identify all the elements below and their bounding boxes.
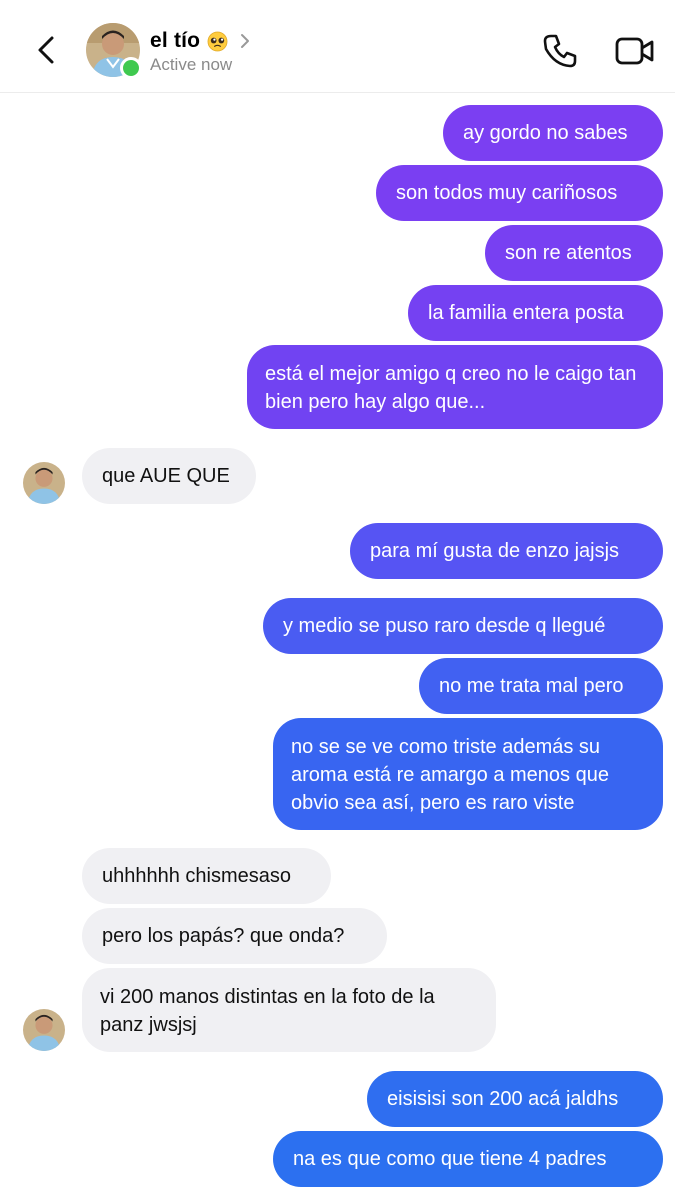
contact-avatar-small[interactable] bbox=[23, 462, 65, 504]
message-text: eisisisi son 200 acá jaldhs bbox=[387, 1088, 619, 1110]
message-bubble-out[interactable]: y medio se puso raro desde q llegué bbox=[263, 598, 663, 654]
contact-title[interactable]: el tío bbox=[150, 27, 252, 55]
video-call-icon[interactable] bbox=[614, 33, 656, 69]
message-bubble-out[interactable]: ay gordo no sabes bbox=[443, 105, 663, 161]
contact-name: el tío bbox=[150, 29, 201, 52]
message-bubble-out[interactable]: son todos muy cariñosos bbox=[376, 165, 663, 221]
message-bubble-in[interactable]: vi 200 manos distintas en la foto de la … bbox=[82, 968, 496, 1052]
message-bubble-out[interactable]: na es que como que tiene 4 padres bbox=[273, 1131, 663, 1187]
message-bubble-out[interactable]: son re atentos bbox=[485, 225, 663, 281]
message-bubble-out[interactable]: eisisisi son 200 acá jaldhs bbox=[367, 1071, 663, 1127]
message-bubble-out[interactable]: está el mejor amigo q creo no le caigo t… bbox=[247, 345, 663, 429]
message-text: la familia entera posta bbox=[428, 302, 624, 324]
message-bubble-in[interactable]: uhhhhhh chismesaso bbox=[82, 848, 331, 904]
message-text: que AUE QUE bbox=[102, 465, 230, 487]
phone-call-icon[interactable] bbox=[540, 31, 580, 71]
message-text: son todos muy cariñosos bbox=[396, 182, 618, 204]
message-text: está el mejor amigo q creo no le caigo t… bbox=[265, 363, 637, 413]
message-bubble-out[interactable]: la familia entera posta bbox=[408, 285, 663, 341]
back-arrow-icon[interactable] bbox=[30, 34, 62, 66]
message-bubble-in[interactable]: pero los papás? que onda? bbox=[82, 908, 387, 964]
contact-avatar-small[interactable] bbox=[23, 1009, 65, 1051]
message-text: na es que como que tiene 4 padres bbox=[293, 1148, 607, 1170]
message-bubble-in[interactable]: que AUE QUE bbox=[82, 448, 256, 504]
active-status: Active now bbox=[150, 55, 233, 74]
message-text: pero los papás? que onda? bbox=[102, 925, 345, 947]
online-status-dot bbox=[120, 57, 142, 79]
pleading-face-emoji-icon bbox=[207, 31, 228, 51]
message-text: ay gordo no sabes bbox=[463, 122, 628, 144]
message-text: uhhhhhh chismesaso bbox=[102, 865, 292, 887]
message-text: y medio se puso raro desde q llegué bbox=[283, 615, 606, 637]
message-text: no me trata mal pero bbox=[439, 675, 624, 697]
chat-header: el tío Active now bbox=[0, 0, 675, 93]
message-text: para mí gusta de enzo jajsjs bbox=[370, 540, 620, 562]
message-bubble-out[interactable]: no me trata mal pero bbox=[419, 658, 663, 714]
message-bubble-out[interactable]: para mí gusta de enzo jajsjs bbox=[350, 523, 663, 579]
message-text: son re atentos bbox=[505, 242, 632, 264]
chevron-right-icon bbox=[241, 34, 250, 48]
message-text: no se se ve como triste además su aroma … bbox=[291, 736, 609, 814]
message-text: vi 200 manos distintas en la foto de la … bbox=[100, 986, 435, 1036]
message-bubble-out[interactable]: no se se ve como triste además su aroma … bbox=[273, 718, 663, 830]
